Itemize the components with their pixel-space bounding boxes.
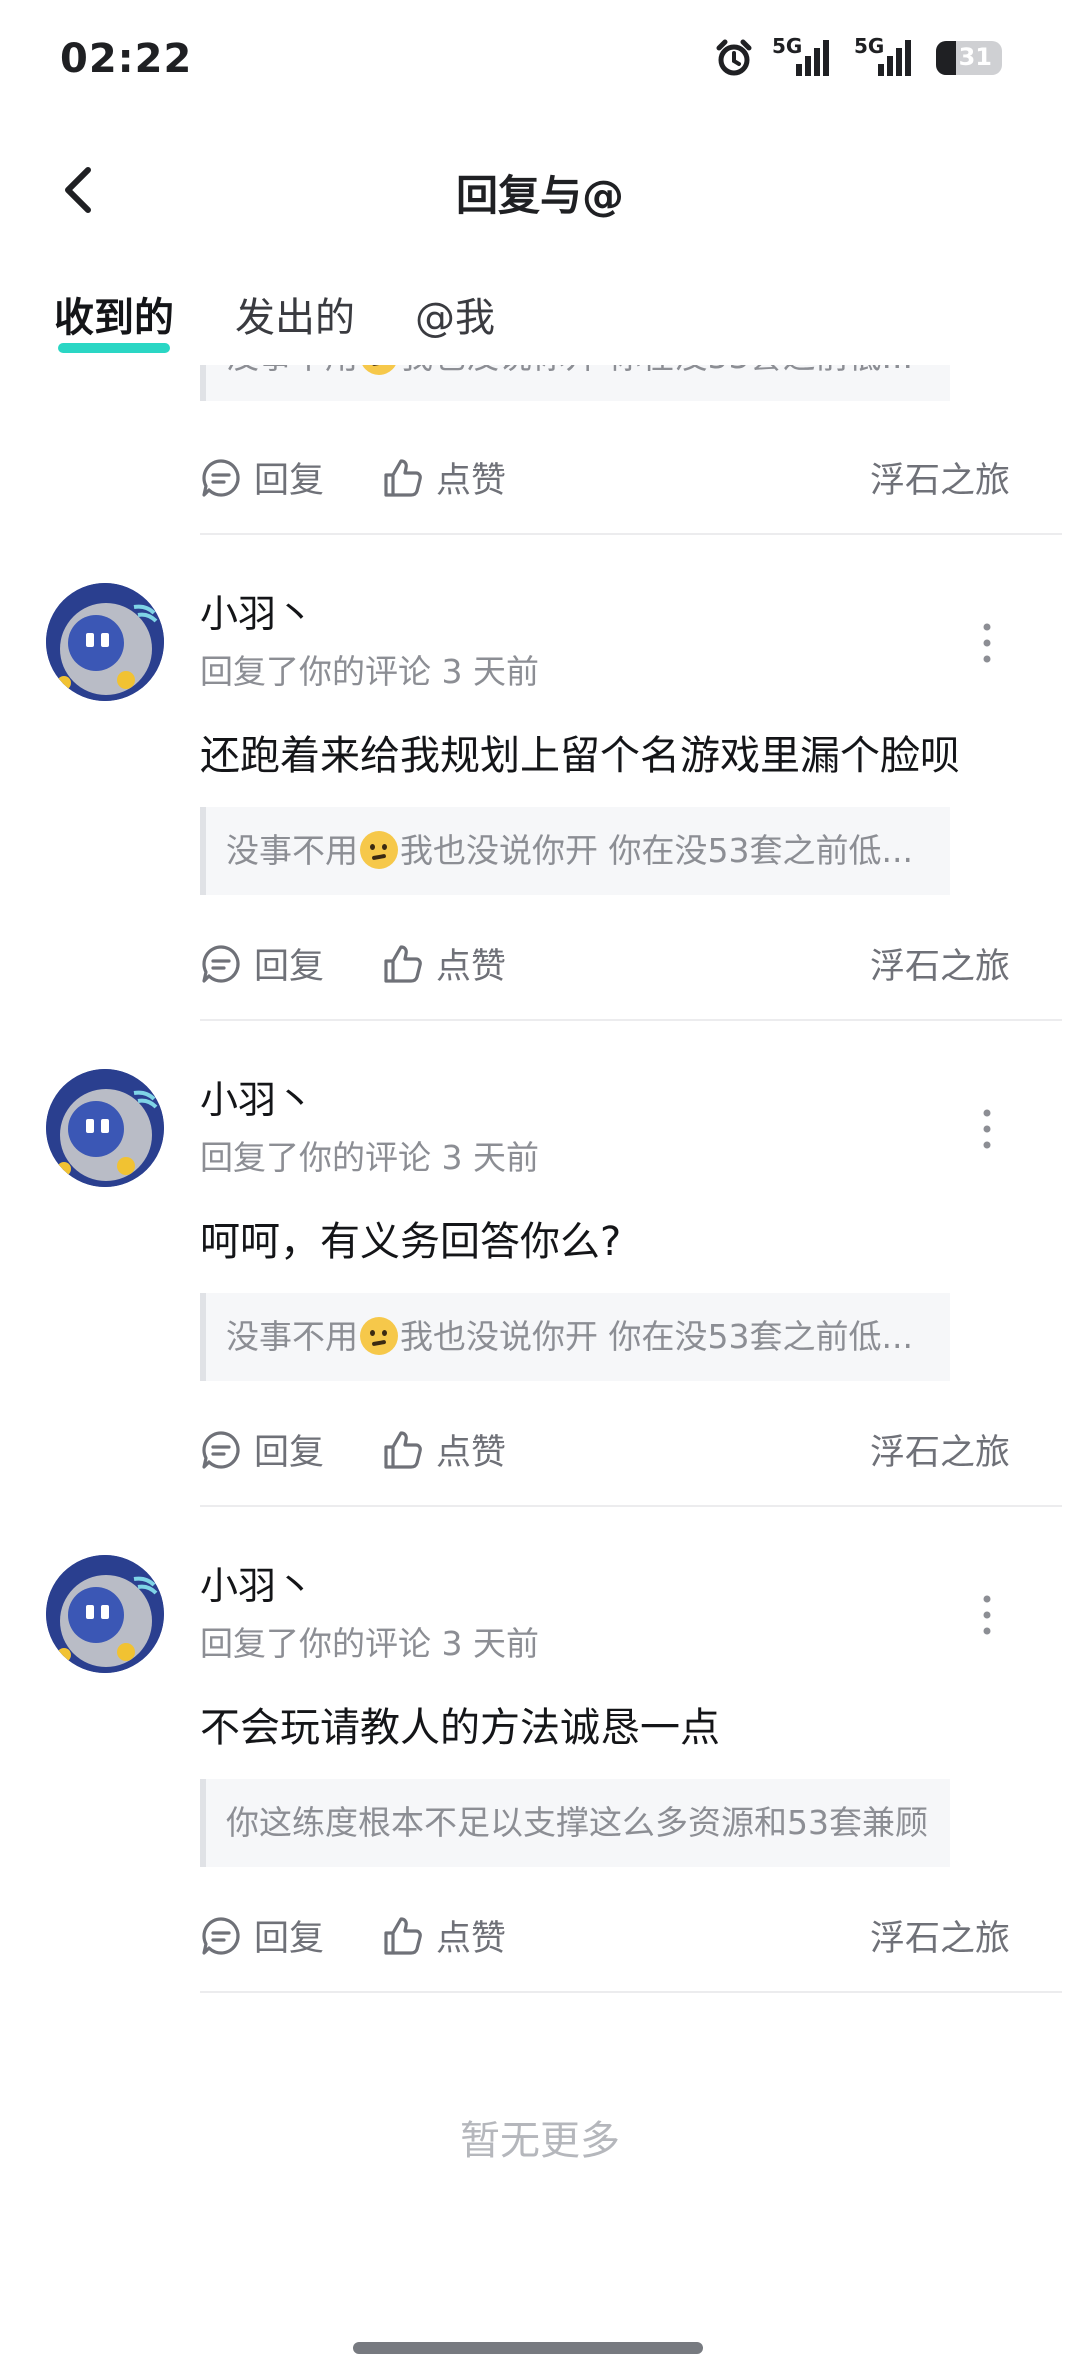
source-tag[interactable]: 浮石之旅 (870, 1910, 1010, 1961)
quoted-comment[interactable]: 你这练度根本不足以支撑这么多资源和53套兼顾 (200, 1779, 950, 1867)
reply-button[interactable]: 回复 (200, 938, 324, 989)
source-tag[interactable]: 浮石之旅 (870, 452, 1010, 503)
tab-label: 发出的 (235, 295, 355, 341)
thumbs-up-icon (384, 944, 422, 983)
avatar[interactable] (46, 583, 164, 701)
like-button[interactable]: 点赞 (382, 452, 506, 503)
like-button[interactable]: 点赞 (382, 938, 506, 989)
status-bar: 02:22 5G 5G 31 (0, 0, 1080, 120)
divider (200, 1019, 1062, 1021)
home-indicator[interactable] (353, 2342, 703, 2354)
avatar[interactable] (46, 1555, 164, 1673)
reply-meta: 回复了你的评论 3 天前 (200, 652, 539, 691)
reply-feed[interactable]: 没事不用我也没说你开 你在没53套之前低... 回复 点赞 浮石之旅 (0, 365, 1080, 2065)
emoji-icon (360, 831, 398, 869)
more-options-icon[interactable] (972, 1585, 1002, 1645)
reply-content[interactable]: 不会玩请教人的方法诚恳一点 (200, 1695, 720, 1753)
reply-content[interactable]: 呵呵，有义务回答你么? (200, 1209, 621, 1267)
quoted-comment[interactable]: 没事不用我也没说你开 你在没53套之前低... (200, 807, 950, 895)
reply-meta: 回复了你的评论 3 天前 (200, 1624, 539, 1663)
status-time: 02:22 (60, 36, 193, 82)
username[interactable]: 小羽丶 (200, 1069, 314, 1124)
tab-received[interactable]: 收到的 (54, 285, 174, 353)
divider (200, 1991, 1062, 1993)
signal-5g-icon: 5G (854, 34, 918, 78)
emoji-icon (360, 1317, 398, 1355)
username[interactable]: 小羽丶 (200, 583, 314, 638)
status-icons: 5G 5G 31 (714, 34, 1002, 78)
no-more-text: 暂无更多 (460, 2118, 620, 2164)
battery-level: 31 (958, 43, 992, 71)
source-tag[interactable]: 浮石之旅 (870, 1424, 1010, 1475)
signal-5g-icon: 5G (772, 34, 836, 78)
reply-content[interactable]: 还跑着来给我规划上留个名游戏里漏个脸呗 (200, 723, 960, 781)
quoted-comment[interactable]: 没事不用我也没说你开 你在没53套之前低... (200, 365, 950, 401)
thumbs-up-icon (384, 458, 422, 497)
more-options-icon[interactable] (972, 613, 1002, 673)
comment-icon (202, 1916, 240, 1955)
tab-sent[interactable]: 发出的 (235, 285, 355, 343)
quoted-comment[interactable]: 没事不用我也没说你开 你在没53套之前低... (200, 1293, 950, 1381)
reply-button[interactable]: 回复 (200, 1910, 324, 1961)
tab-mentions[interactable]: @我 (415, 285, 495, 343)
like-button[interactable]: 点赞 (382, 1424, 506, 1475)
avatar[interactable] (46, 1069, 164, 1187)
divider (200, 1505, 1062, 1507)
comment-icon (202, 944, 240, 983)
page-title: 回复与@ (455, 171, 624, 220)
thumbs-up-icon (384, 1430, 422, 1469)
comment-icon (202, 458, 240, 497)
nav-bar: 回复与@ (0, 140, 1080, 240)
tab-label: @我 (415, 295, 495, 341)
tab-label: 收到的 (54, 295, 174, 341)
emoji-icon (360, 365, 398, 375)
reply-meta: 回复了你的评论 3 天前 (200, 1138, 539, 1177)
source-tag[interactable]: 浮石之旅 (870, 938, 1010, 989)
comment-icon (202, 1430, 240, 1469)
active-tab-indicator (58, 343, 170, 353)
like-button[interactable]: 点赞 (382, 1910, 506, 1961)
alarm-icon (716, 39, 752, 76)
thumbs-up-icon (384, 1916, 422, 1955)
divider (200, 533, 1062, 535)
tab-bar: 收到的 发出的 @我 (0, 285, 1080, 365)
reply-button[interactable]: 回复 (200, 452, 324, 503)
more-options-icon[interactable] (972, 1099, 1002, 1159)
username[interactable]: 小羽丶 (200, 1555, 314, 1610)
reply-button[interactable]: 回复 (200, 1424, 324, 1475)
battery-icon: 31 (936, 41, 1002, 75)
